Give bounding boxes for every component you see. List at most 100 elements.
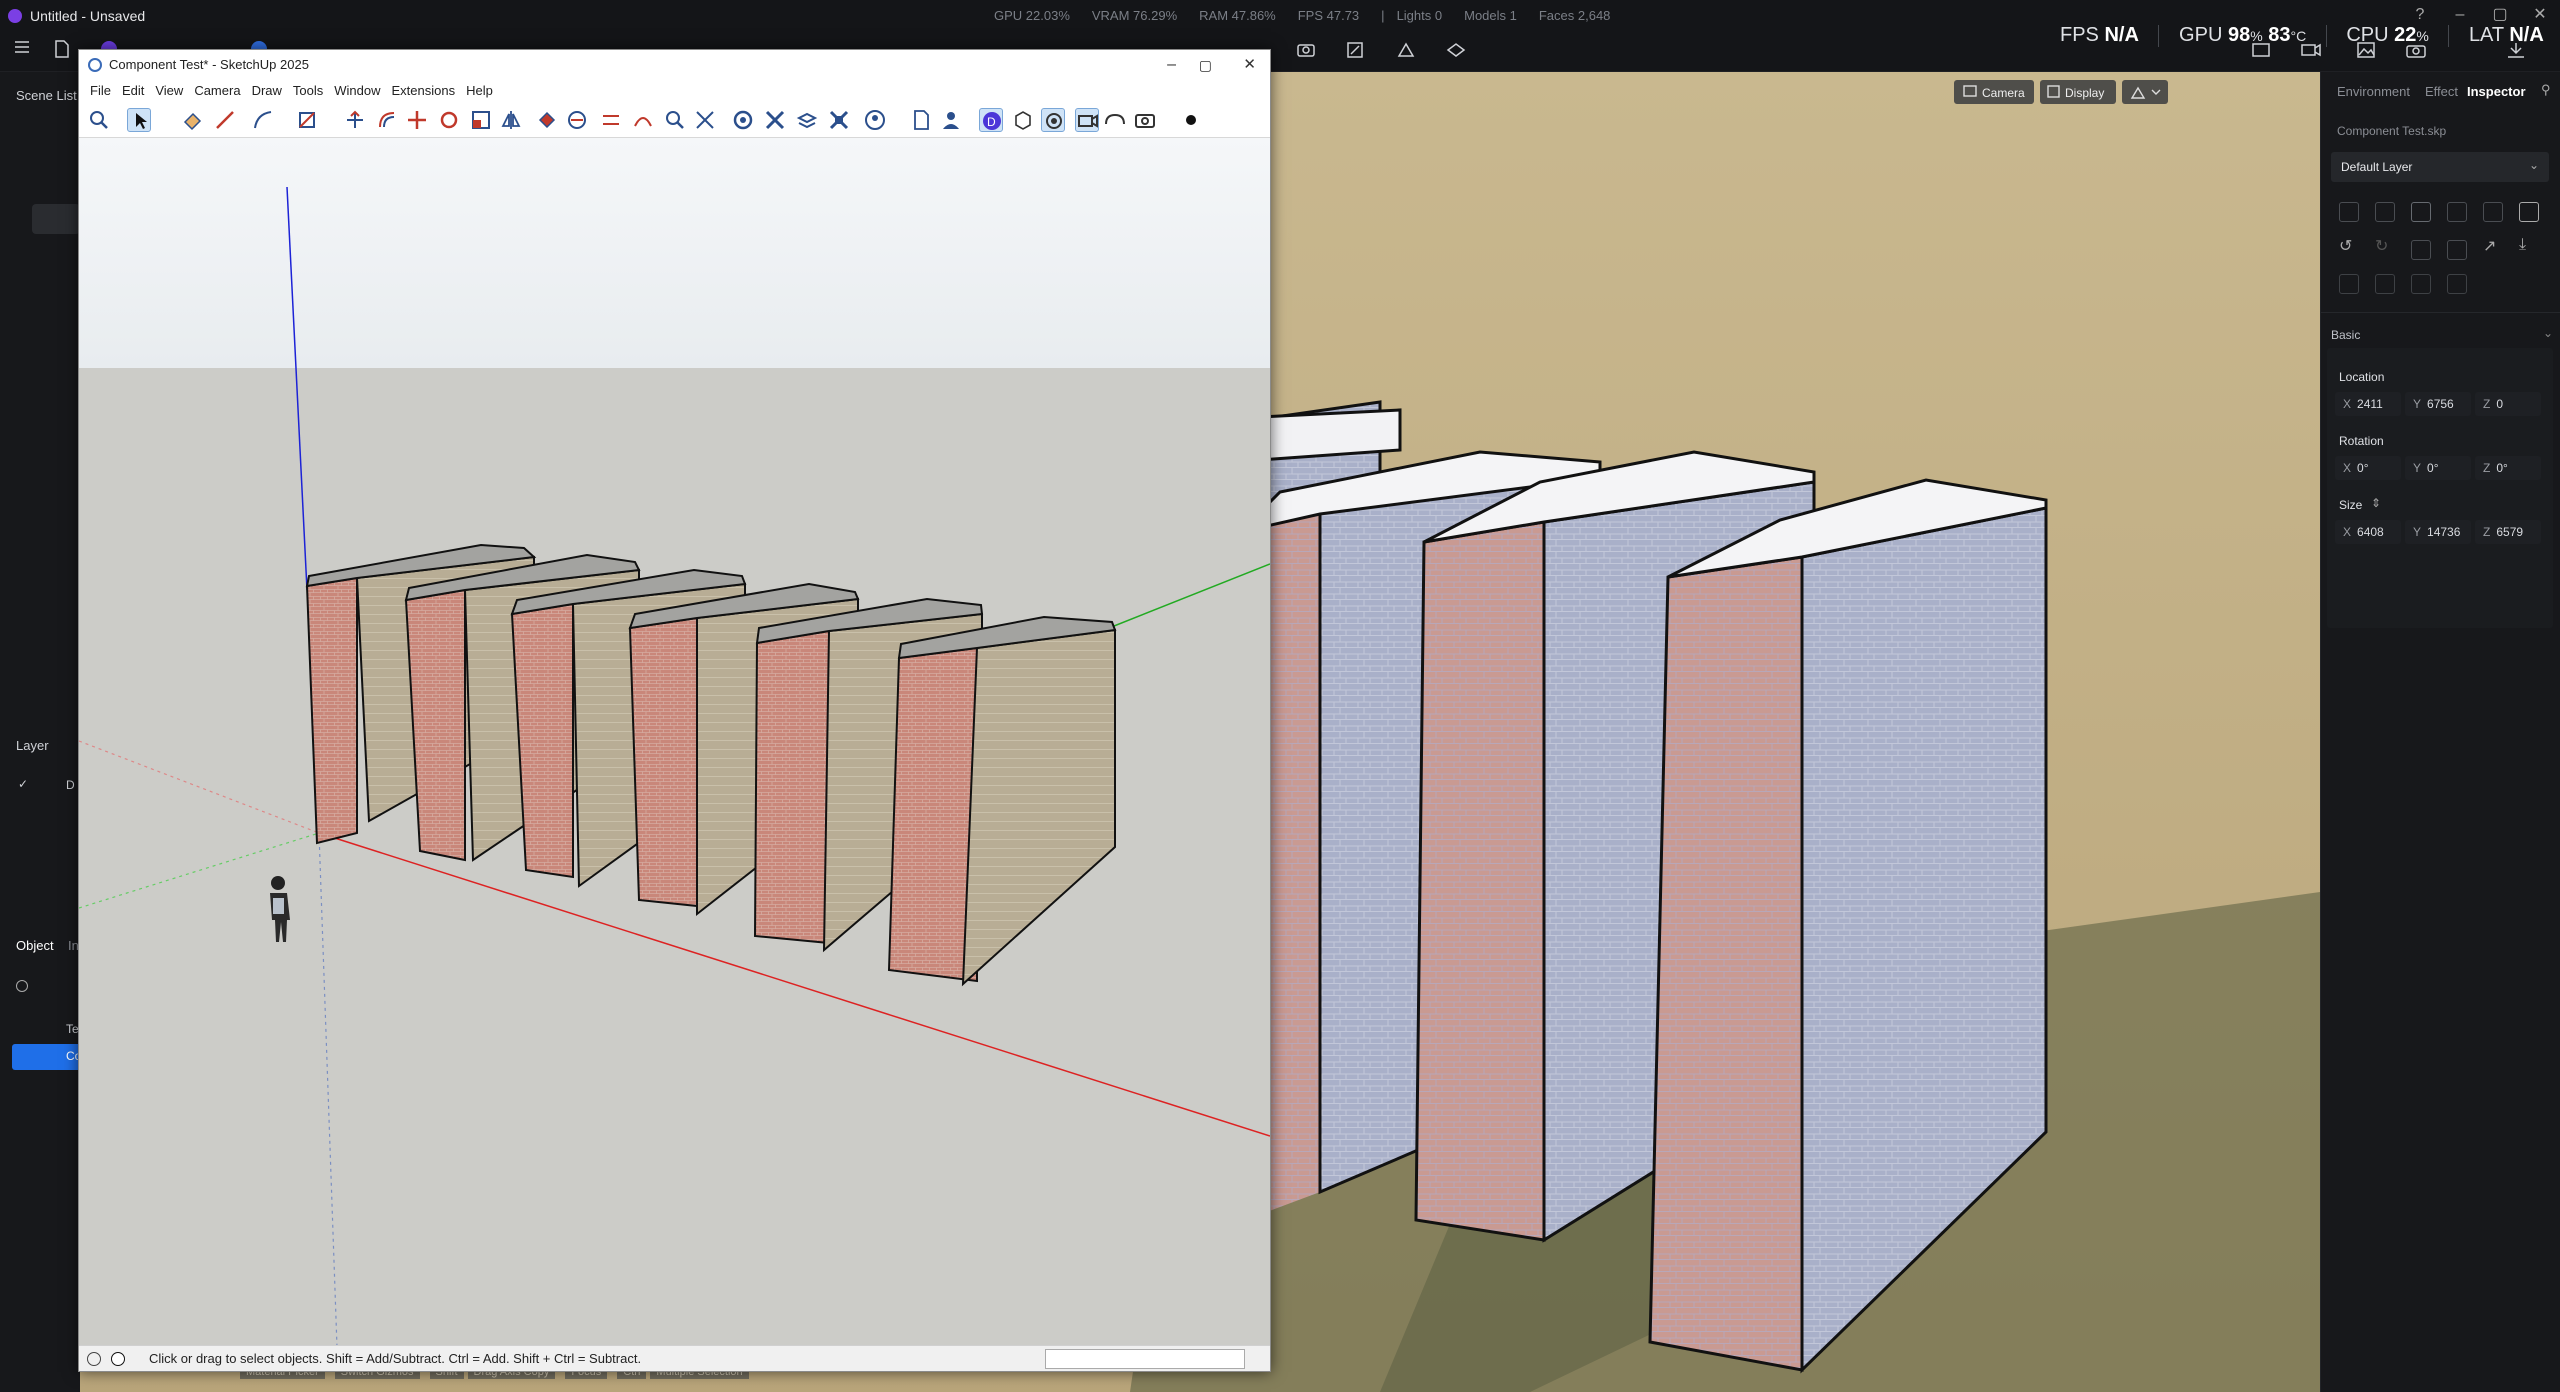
basic-section-header[interactable]: Basic xyxy=(2331,328,2360,342)
menu-extensions[interactable]: Extensions xyxy=(392,80,456,102)
menu-help[interactable]: Help xyxy=(466,80,493,102)
su-close-button[interactable]: ✕ xyxy=(1243,50,1256,80)
location-y-field[interactable]: Y 6756 xyxy=(2405,392,2471,416)
tab-object[interactable]: Object xyxy=(16,938,54,953)
rotation-y-field[interactable]: Y 0° xyxy=(2405,456,2471,480)
warning-icon[interactable] xyxy=(111,1352,125,1366)
render-icon[interactable] xyxy=(2250,40,2276,62)
download-icon[interactable]: ⤓ xyxy=(2519,236,2526,254)
snapshot-icon[interactable] xyxy=(1133,108,1157,132)
collapse-chevron-icon[interactable]: ⌄ xyxy=(2543,326,2553,340)
flip-icon[interactable] xyxy=(499,108,523,132)
info-icon[interactable] xyxy=(87,1352,101,1366)
sketchup-model-view[interactable] xyxy=(79,138,1270,1347)
select-tool-icon[interactable] xyxy=(127,108,151,132)
image-icon[interactable] xyxy=(2355,40,2381,62)
file-icon[interactable] xyxy=(54,40,80,62)
menu-file[interactable]: File xyxy=(90,80,111,102)
maximize-button[interactable]: ▢ xyxy=(2480,0,2520,30)
size-z-field[interactable]: Z 6579 xyxy=(2475,520,2541,544)
search-icon[interactable] xyxy=(16,980,28,992)
location-z-field[interactable]: Z0 xyxy=(2475,392,2541,416)
new-document-icon[interactable] xyxy=(909,108,933,132)
menu-tools[interactable]: Tools xyxy=(293,80,323,102)
action-icon-5[interactable] xyxy=(2483,202,2503,222)
user-icon[interactable] xyxy=(939,108,963,132)
camera-button[interactable]: Camera xyxy=(1954,80,2034,104)
minimize-button[interactable]: – xyxy=(2440,0,2480,30)
camera-icon[interactable] xyxy=(2405,40,2431,62)
folder-icon[interactable] xyxy=(2447,240,2467,260)
tool-icon-4[interactable] xyxy=(1445,40,1471,62)
action-icon-2[interactable] xyxy=(2375,202,2395,222)
action-icon-14[interactable] xyxy=(2375,274,2395,294)
menu-edit[interactable]: Edit xyxy=(122,80,144,102)
tab-effect[interactable]: Effect xyxy=(2425,84,2458,99)
video-cam-icon[interactable] xyxy=(1075,108,1099,132)
menu-icon[interactable] xyxy=(14,40,40,62)
arc-tool-icon[interactable] xyxy=(251,108,275,132)
vr-icon[interactable] xyxy=(1103,108,1127,132)
tool-icon-3[interactable] xyxy=(1395,40,1421,62)
video-icon[interactable] xyxy=(2300,40,2326,62)
measurements-box[interactable] xyxy=(1045,1349,1245,1369)
menu-draw[interactable]: Draw xyxy=(252,80,282,102)
tab-inspector[interactable]: Inspector xyxy=(2467,84,2526,99)
tree-item-terrain[interactable]: Te xyxy=(66,1022,79,1036)
redo-icon[interactable]: ↻ xyxy=(2375,236,2388,256)
close-button[interactable]: ✕ xyxy=(2520,0,2560,30)
focus-icon[interactable] xyxy=(2411,202,2431,222)
zoom-window-icon[interactable] xyxy=(663,108,687,132)
layer-select[interactable]: Default Layer ⌄ xyxy=(2331,152,2549,182)
push-pull-icon[interactable] xyxy=(343,108,367,132)
component-icon[interactable] xyxy=(731,108,755,132)
tool-icon-1[interactable] xyxy=(1295,40,1321,62)
more-icon[interactable] xyxy=(1179,108,1203,132)
size-x-field[interactable]: X 6408 xyxy=(2335,520,2401,544)
section-plane-icon[interactable] xyxy=(763,108,787,132)
menu-view[interactable]: View xyxy=(155,80,183,102)
layer-check-icon[interactable]: ✓ xyxy=(18,777,28,791)
share-icon[interactable]: ↗ xyxy=(2483,236,2496,256)
zoom-extents-icon[interactable] xyxy=(693,108,717,132)
undo-icon[interactable]: ↺ xyxy=(2339,236,2352,256)
rotate-icon[interactable] xyxy=(437,108,461,132)
sketchup-titlebar[interactable]: Component Test* - SketchUp 2025 – ▢ ✕ xyxy=(79,50,1270,80)
eraser-icon[interactable] xyxy=(181,108,205,132)
paint-bucket-icon[interactable] xyxy=(535,108,559,132)
account-icon[interactable] xyxy=(863,108,887,132)
d5-plugin-icon[interactable]: D xyxy=(979,108,1003,132)
pin-icon[interactable]: ⚲ xyxy=(2541,82,2551,98)
box-icon[interactable] xyxy=(1011,108,1035,132)
layer-item[interactable]: D xyxy=(66,778,75,792)
protractor-icon[interactable] xyxy=(631,108,655,132)
rotation-z-field[interactable]: Z 0° xyxy=(2475,456,2541,480)
render-mode-dropdown[interactable] xyxy=(2122,80,2168,104)
display-button[interactable]: Display xyxy=(2040,80,2116,104)
shape-tool-icon[interactable] xyxy=(295,108,319,132)
menu-window[interactable]: Window xyxy=(334,80,380,102)
action-icon-13[interactable] xyxy=(2339,274,2359,294)
add-icon[interactable] xyxy=(2519,202,2539,222)
record-icon[interactable] xyxy=(1041,108,1065,132)
help-icon[interactable]: ? xyxy=(2400,0,2440,30)
menu-camera[interactable]: Camera xyxy=(194,80,240,102)
scene-thumbnail[interactable] xyxy=(32,204,80,234)
location-x-field[interactable]: X 2411 xyxy=(2335,392,2401,416)
offset-icon[interactable] xyxy=(375,108,399,132)
size-y-field[interactable]: Y 14736 xyxy=(2405,520,2471,544)
move-icon[interactable] xyxy=(405,108,429,132)
su-minimize-button[interactable]: – xyxy=(1167,50,1176,80)
orbit-icon[interactable] xyxy=(565,108,589,132)
action-icon-4[interactable] xyxy=(2447,202,2467,222)
su-maximize-button[interactable]: ▢ xyxy=(1199,50,1212,80)
scene-list-label[interactable]: Scene List xyxy=(16,88,77,103)
tab-environment[interactable]: Environment xyxy=(2337,84,2410,99)
export-icon[interactable] xyxy=(2505,40,2531,62)
action-icon-1[interactable] xyxy=(2339,202,2359,222)
tool-icon-2[interactable] xyxy=(1345,40,1371,62)
line-tool-icon[interactable] xyxy=(213,108,237,132)
solid-tools-icon[interactable] xyxy=(827,108,851,132)
lock-ratio-icon[interactable]: ⇕ xyxy=(2371,496,2381,510)
rotation-x-field[interactable]: X 0° xyxy=(2335,456,2401,480)
